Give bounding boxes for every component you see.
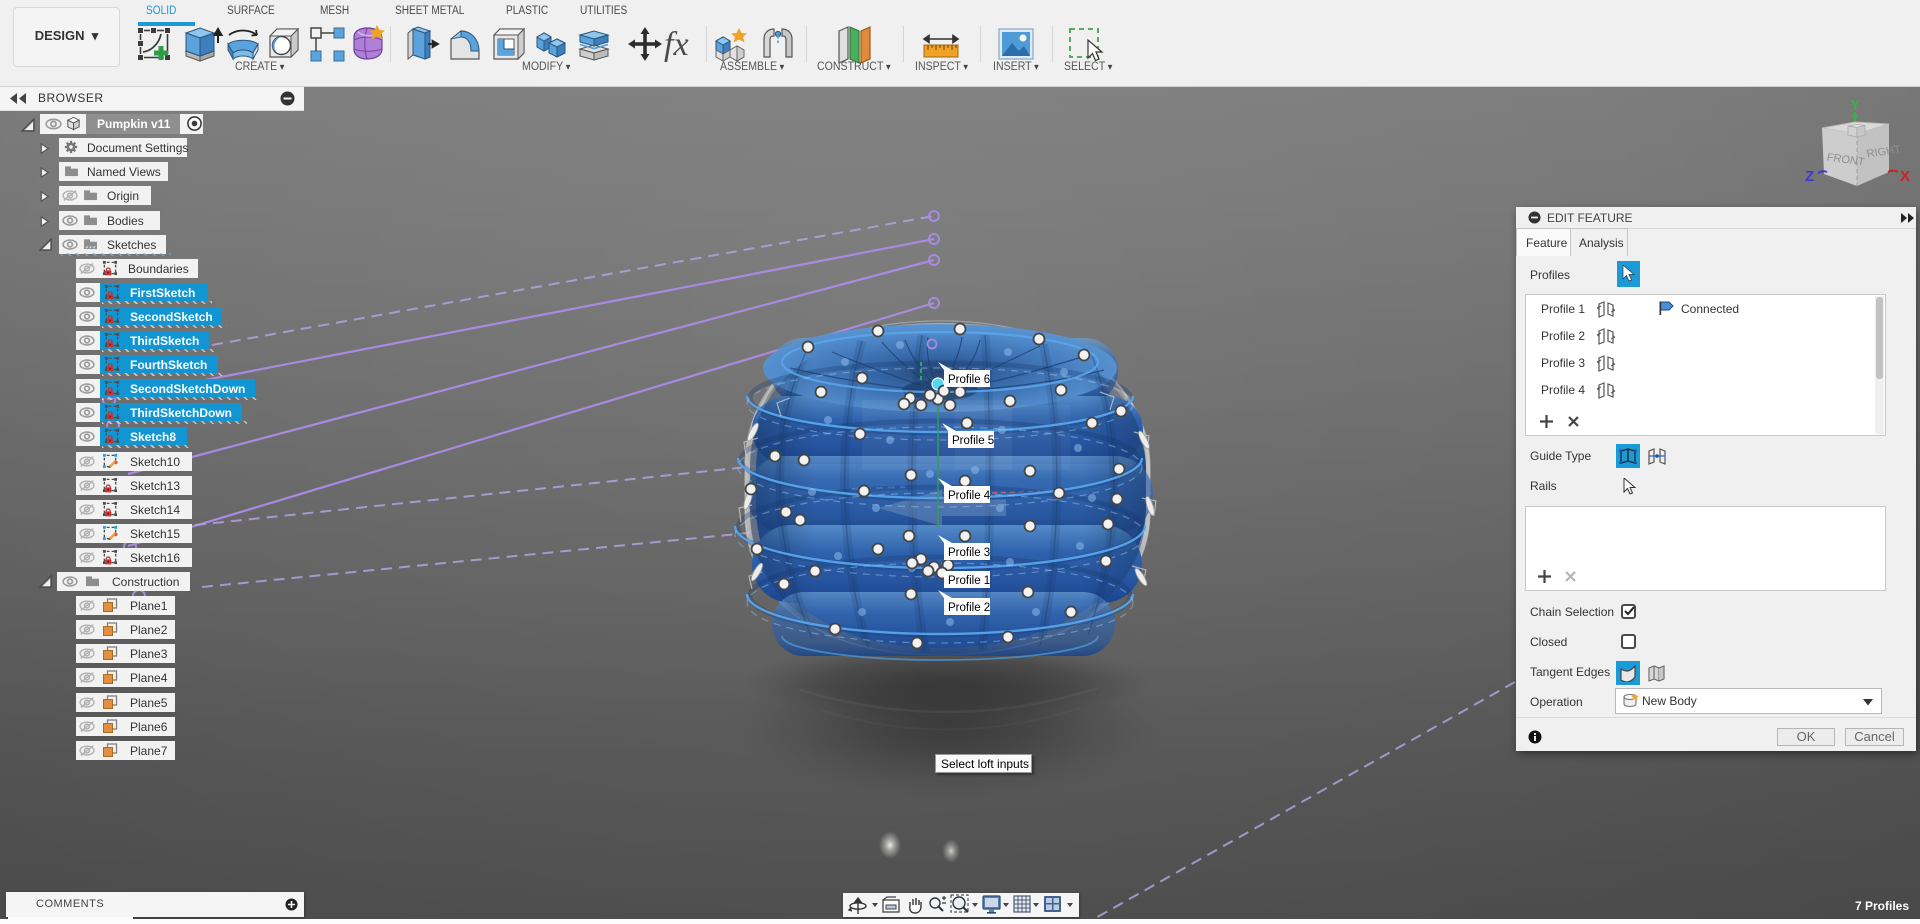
svg-text:Y: Y — [1850, 97, 1860, 114]
svg-text:fx: fx — [664, 26, 689, 63]
svg-text:Profile 4: Profile 4 — [948, 490, 991, 502]
svg-text:Profile 2: Profile 2 — [948, 602, 990, 614]
svg-text:Z: Z — [1805, 168, 1814, 185]
svg-text:Profile 6: Profile 6 — [948, 374, 990, 386]
svg-text:X: X — [1900, 168, 1910, 185]
svg-text:Profile 3: Profile 3 — [948, 547, 990, 559]
svg-text:Profile 1: Profile 1 — [948, 575, 990, 587]
svg-text:Profile 5: Profile 5 — [952, 435, 994, 447]
